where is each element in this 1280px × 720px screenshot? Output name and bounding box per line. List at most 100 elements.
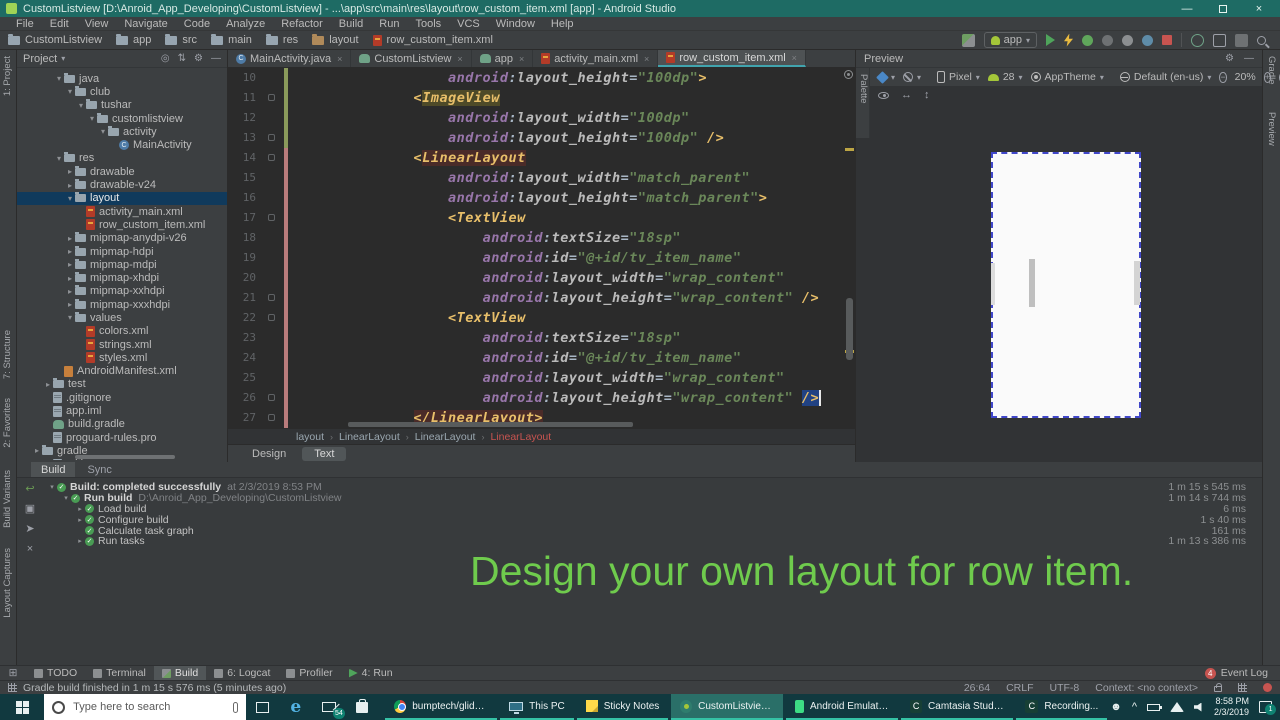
close-tab-icon[interactable]: × [792,53,797,63]
project-view-selector[interactable]: Project [23,53,57,65]
attach-debugger-icon[interactable] [1142,34,1153,46]
code-line-16[interactable]: 16 android:layout_height="match_parent"> [228,188,855,208]
tree-item-test[interactable]: ▸ test [17,378,227,391]
volume-icon[interactable] [1193,702,1202,712]
code-line-25[interactable]: 25 android:layout_width="wrap_content" [228,368,855,388]
menu-item-code[interactable]: Code [176,18,218,30]
code-line-10[interactable]: 10 android:layout_height="100dp"> [228,68,855,88]
tree-item-mipmap-xxxhdpi[interactable]: ▸ mipmap-xxxhdpi [17,298,227,311]
editor-tab-mainactivity-java[interactable]: C MainActivity.java × [228,50,352,67]
xml-breadcrumb-item[interactable]: LinearLayout [415,431,476,443]
editor-horizontal-scrollbar[interactable] [348,422,633,427]
build-tree-item[interactable]: ▸ ✓ Configure build 1 s 40 ms [47,514,1246,526]
theme-select[interactable]: AppTheme ▾ [1030,71,1104,83]
debug-button[interactable] [1082,34,1093,46]
editor-tab-row-custom-item-xml[interactable]: row_custom_item.xml × [658,50,806,67]
tool-window-button-build[interactable]: Build [153,665,207,681]
editor-tab-customlistview[interactable]: CustomListview × [351,50,472,67]
close-tab-icon[interactable]: × [644,54,649,64]
close-tab-icon[interactable]: × [337,54,342,64]
zoom-out-button[interactable]: − [1219,71,1227,83]
code-line-23[interactable]: 23 android:textSize="18sp" [228,328,855,348]
tree-item-activity[interactable]: ▾ activity [17,125,227,138]
tool-strip-preview[interactable]: Preview [1266,112,1277,146]
build-tree-item[interactable]: ▸ ✓ Load build 6 ms [47,503,1246,515]
close-icon[interactable]: × [25,544,36,555]
tree-item-layout[interactable]: ▾ layout [17,191,227,205]
xml-breadcrumb-item[interactable]: LinearLayout [490,431,551,443]
horizontal-scrollbar[interactable] [75,455,175,459]
tree-item-build-gradle[interactable]: build.gradle [17,418,227,431]
zoom-in-button[interactable]: + [1263,71,1271,83]
close-button[interactable]: × [1244,1,1274,16]
taskbar-app-bumptech-glide-[interactable]: bumptech/glide: ... [385,694,498,720]
menu-item-help[interactable]: Help [543,18,582,30]
inspections-eye-icon[interactable] [844,70,853,79]
breadcrumb-item[interactable]: src [165,33,197,46]
device-select[interactable]: Pixel ▾ [937,71,980,83]
code-line-12[interactable]: 12 android:layout_width="100dp" [228,108,855,128]
avd-manager-icon[interactable] [1213,33,1226,47]
build-panel-tab-sync[interactable]: Sync [77,462,121,477]
taskbar-app-sticky-notes[interactable]: Sticky Notes [576,694,669,720]
code-line-15[interactable]: 15 android:layout_width="match_parent" [228,168,855,188]
code-line-20[interactable]: 20 android:layout_width="wrap_content" [228,268,855,288]
breadcrumb-item[interactable]: app [116,33,151,46]
tree-item-customlistview[interactable]: ▾ customlistview [17,112,227,125]
start-button[interactable] [0,694,44,720]
tool-strip--structure[interactable]: 7: Structure [2,330,13,379]
code-line-11[interactable]: 11 <ImageView [228,88,855,108]
menu-item-navigate[interactable]: Navigate [116,18,175,30]
breadcrumb-item[interactable]: res [265,33,298,46]
menu-item-build[interactable]: Build [331,18,371,30]
run-configuration-select[interactable]: app ▾ [983,32,1037,48]
event-log[interactable]: 4 Event Log [1204,667,1280,679]
editor-tab-app[interactable]: app × [472,50,534,67]
tool-window-button-terminal[interactable]: Terminal [85,666,154,681]
lock-icon[interactable] [1214,683,1222,692]
breadcrumb-item[interactable]: CustomListview [8,33,102,46]
menu-item-edit[interactable]: Edit [42,18,77,30]
tool-window-button-profiler[interactable]: Profiler [278,666,340,681]
tool-strip-build-variants[interactable]: Build Variants [2,470,13,528]
code-line-22[interactable]: 22 <TextView [228,308,855,328]
tool-window-button-6-logcat[interactable]: 6: Logcat [206,666,278,681]
tree-item-mipmap-xxhdpi[interactable]: ▸ mipmap-xxhdpi [17,285,227,298]
taskbar-search-input[interactable]: Type here to search [44,694,246,720]
menu-item-view[interactable]: View [77,18,117,30]
xml-breadcrumb-item[interactable]: LinearLayout [339,431,400,443]
taskbar-app-camtasia-studio-[interactable]: C Camtasia Studio ... [901,694,1014,720]
minimize-button[interactable]: — [1172,1,1202,16]
code-line-26[interactable]: 26 android:layout_height="wrap_content" … [228,388,855,408]
code-line-13[interactable]: 13 android:layout_height="100dp" /> [228,128,855,148]
variant-select[interactable]: ▾ [876,70,895,84]
action-center-icon[interactable]: 1 [1259,701,1277,715]
expand-vertical-icon[interactable]: ↕ [924,89,930,101]
breadcrumb-item[interactable]: main [211,33,252,46]
mail-button[interactable]: 54 [312,694,345,720]
tree-item-activity-main-xml[interactable]: activity_main.xml [17,205,227,218]
code-line-24[interactable]: 24 android:id="@+id/tv_item_name" [228,348,855,368]
sdk-manager-icon[interactable] [1235,33,1248,47]
edge-button[interactable]: e [279,694,312,720]
editor-mode-tab-text[interactable]: Text [302,446,347,461]
editor-mode-tab-design[interactable]: Design [240,447,298,461]
store-button[interactable] [346,694,379,720]
tree-item-values[interactable]: ▾ values [17,311,227,324]
tree-item-proguard-rules-pro[interactable]: proguard-rules.pro [17,431,227,444]
tree-item--gitignore[interactable]: .gitignore [17,391,227,404]
expand-horizontal-icon[interactable]: ↔ [901,89,912,101]
tree-item-row-custom-item-xml[interactable]: row_custom_item.xml [17,218,227,231]
tree-item-mipmap-mdpi[interactable]: ▸ mipmap-mdpi [17,258,227,271]
tree-item-app-iml[interactable]: app.iml [17,404,227,417]
rerun-build-icon[interactable]: ↩ [25,484,36,495]
menu-item-tools[interactable]: Tools [407,18,449,30]
gradle-sync-icon[interactable] [1191,33,1204,47]
locale-select[interactable]: Default (en-us) ▾ [1119,71,1211,83]
menu-item-vcs[interactable]: VCS [449,18,488,30]
context-indicator[interactable]: Context: <no context> [1095,682,1198,694]
scroll-to-source-icon[interactable]: ⇅ [178,53,186,64]
api-select[interactable]: 28 ▾ [987,71,1023,83]
tool-strip--favorites[interactable]: 2: Favorites [2,398,13,448]
encoding-select[interactable]: UTF-8 [1050,682,1080,694]
